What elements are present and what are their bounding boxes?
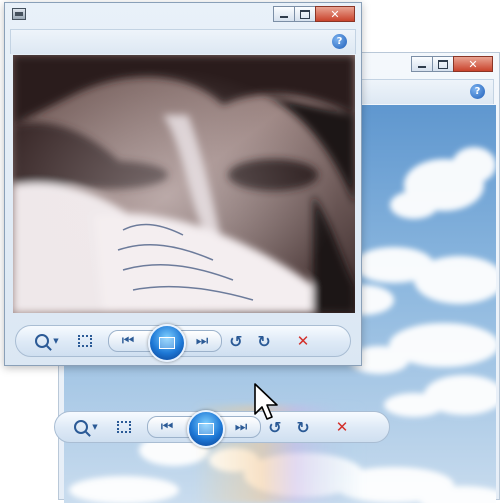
slideshow-icon bbox=[198, 423, 214, 435]
rotate-right-icon: ↻ bbox=[296, 417, 310, 437]
slideshow-button[interactable] bbox=[187, 410, 225, 448]
minimize-icon bbox=[418, 66, 426, 68]
actual-size-icon bbox=[117, 421, 131, 433]
rotate-right-icon: ↻ bbox=[257, 331, 271, 351]
photo-display bbox=[13, 55, 355, 313]
help-icon[interactable]: ? bbox=[470, 84, 485, 99]
skip-previous-icon: ⏮ bbox=[121, 333, 135, 349]
zoom-icon bbox=[74, 420, 89, 434]
front-viewer-toolbar: ▼ ⏮ ⏭ ↺ ↻ ✕ bbox=[15, 324, 351, 362]
title-bar[interactable]: ✕ bbox=[5, 3, 361, 29]
actual-size-button[interactable] bbox=[109, 414, 139, 440]
face-closeup-photo bbox=[13, 55, 355, 313]
rotate-left-icon: ↺ bbox=[229, 331, 243, 351]
close-button[interactable]: ✕ bbox=[453, 56, 493, 72]
help-icon[interactable]: ? bbox=[332, 34, 347, 49]
zoom-button[interactable]: ▼ bbox=[69, 414, 103, 440]
app-icon bbox=[12, 8, 26, 20]
command-bar: ? bbox=[10, 29, 356, 54]
minimize-button[interactable] bbox=[273, 6, 295, 22]
minimize-button[interactable] bbox=[411, 56, 433, 72]
zoom-icon bbox=[35, 334, 50, 348]
previous-button[interactable]: ⏮ bbox=[109, 328, 147, 354]
close-icon: ✕ bbox=[330, 7, 340, 21]
rotate-counterclockwise-button[interactable]: ↺ bbox=[222, 328, 250, 354]
delete-button[interactable]: ✕ bbox=[288, 328, 318, 354]
actual-size-button[interactable] bbox=[70, 328, 100, 354]
navigation-group: ⏮ ⏭ bbox=[147, 410, 261, 448]
caption-buttons: ✕ bbox=[273, 6, 355, 22]
previous-button[interactable]: ⏮ bbox=[148, 414, 186, 440]
mouse-pointer-icon bbox=[254, 383, 278, 420]
delete-button[interactable]: ✕ bbox=[327, 414, 357, 440]
skip-next-icon: ⏭ bbox=[195, 333, 209, 349]
caption-buttons: ✕ bbox=[411, 56, 493, 72]
delete-icon: ✕ bbox=[296, 332, 310, 350]
chevron-down-icon: ▼ bbox=[53, 337, 59, 345]
front-photo-viewer-window[interactable]: ✕ ? ▼ ⏮ ⏭ ↺ ↻ ✕ bbox=[4, 2, 362, 366]
close-button[interactable]: ✕ bbox=[315, 6, 355, 22]
navigation-group: ⏮ ⏭ bbox=[108, 324, 222, 362]
close-icon: ✕ bbox=[468, 57, 478, 71]
skip-next-icon: ⏭ bbox=[234, 419, 248, 435]
maximize-button[interactable] bbox=[432, 56, 454, 72]
maximize-icon bbox=[300, 9, 310, 19]
next-button[interactable]: ⏭ bbox=[183, 328, 221, 354]
rotate-clockwise-button[interactable]: ↻ bbox=[250, 328, 278, 354]
minimize-icon bbox=[280, 16, 288, 18]
zoom-button[interactable]: ▼ bbox=[30, 328, 64, 354]
maximize-icon bbox=[438, 59, 448, 69]
slideshow-icon bbox=[159, 337, 175, 349]
slideshow-button[interactable] bbox=[148, 324, 186, 362]
actual-size-icon bbox=[78, 335, 92, 347]
chevron-down-icon: ▼ bbox=[92, 423, 98, 431]
maximize-button[interactable] bbox=[294, 6, 316, 22]
rotate-clockwise-button[interactable]: ↻ bbox=[289, 414, 317, 440]
back-viewer-toolbar: ▼ ⏮ ⏭ ↺ ↻ ✕ bbox=[54, 410, 390, 448]
delete-icon: ✕ bbox=[335, 418, 349, 436]
skip-previous-icon: ⏮ bbox=[160, 419, 174, 435]
